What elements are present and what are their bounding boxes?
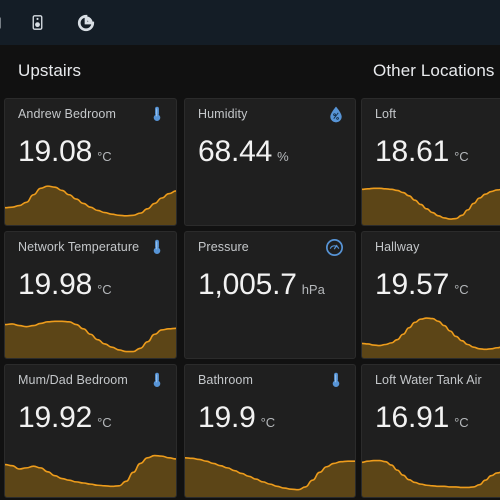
card-unit: °C [454,415,469,430]
stat-card-loft-water-tank-air[interactable]: Loft Water Tank Air 16.91 °C [361,364,500,498]
sparkline-chart [362,304,500,358]
stat-card-network-temperature[interactable]: Network Temperature 19.98 °C [4,231,177,359]
sparkline-chart [362,441,500,497]
card-value: 16.91 [375,401,450,434]
donut-chart-icon[interactable] [69,6,103,40]
card-value-row: 68.44% [198,137,289,167]
speaker-icon[interactable] [20,6,54,40]
sparkline-chart [185,441,355,497]
top-toolbar [0,0,500,45]
card-unit: °C [97,149,112,164]
card-value-row: 19.08 °C [18,137,112,167]
water-drop-icon [329,106,343,123]
sparkline-chart [362,171,500,225]
card-header: Bathroom [185,365,355,395]
sparkline-chart [5,171,176,225]
card-unit: % [277,149,289,164]
stat-card-mum-dad-bedroom[interactable]: Mum/Dad Bedroom 19.92 °C [4,364,177,498]
card-header: Mum/Dad Bedroom [5,365,176,395]
card-value: 1,005.7 [198,268,297,301]
card-unit: °C [97,415,112,430]
card-unit: °C [97,282,112,297]
card-title: Hallway [375,240,420,254]
card-value-row: 18.61 °C [375,137,469,167]
card-title: Andrew Bedroom [18,107,116,121]
stat-card-humidity[interactable]: Humidity 68.44% [184,98,356,226]
card-header: Loft Water Tank Air [362,365,500,395]
card-value: 19.9 [198,401,256,434]
panel-left-icon[interactable] [0,6,10,40]
stat-card-hallway[interactable]: Hallway 19.57 °C [361,231,500,359]
thermometer-icon [150,372,164,388]
section-headers: Upstairs Other Locations [0,45,500,98]
card-value: 68.44 [198,135,273,168]
card-title: Mum/Dad Bedroom [18,373,128,387]
card-title: Network Temperature [18,240,140,254]
card-header: Network Temperature [5,232,176,262]
stat-card-andrew-bedroom[interactable]: Andrew Bedroom 19.08 °C [4,98,177,226]
card-value-row: 1,005.7 hPa [198,270,325,300]
card-title: Loft Water Tank Air [375,373,482,387]
card-value-row: 16.91 °C [375,403,469,433]
thermometer-icon [150,239,164,255]
thermometer-icon [150,106,164,122]
card-value-row: 19.98 °C [18,270,112,300]
card-value-row: 19.9 °C [198,403,275,433]
sparkline-chart [5,304,176,358]
card-header: Humidity [185,99,355,129]
card-header: Hallway [362,232,500,262]
card-title: Bathroom [198,373,253,387]
card-value: 19.08 [18,135,93,168]
stat-card-grid: Andrew Bedroom 19.08 °C Humidity 68.44% Loft 1… [0,98,500,500]
section-title-other-locations: Other Locations [373,61,495,80]
gauge-icon [326,238,343,256]
card-value: 19.57 [375,268,450,301]
card-title: Loft [375,107,397,121]
card-header: Loft [362,99,500,129]
thermometer-icon [329,372,343,388]
card-unit: °C [260,415,276,430]
card-unit: °C [454,149,469,164]
section-title-upstairs: Upstairs [18,61,82,80]
card-header: Andrew Bedroom [5,99,176,129]
card-value: 19.92 [18,401,93,434]
card-value-row: 19.92 °C [18,403,112,433]
dashboard-root: Upstairs Other Locations Andrew Bedroom 1… [0,0,500,500]
stat-card-bathroom[interactable]: Bathroom 19.9 °C [184,364,356,498]
card-unit: °C [454,282,469,297]
sparkline-chart [5,441,176,497]
stat-card-loft[interactable]: Loft 18.61 °C [361,98,500,226]
card-title: Humidity [198,107,248,121]
stat-card-pressure[interactable]: Pressure 1,005.7 hPa [184,231,356,359]
card-value: 19.98 [18,268,93,301]
card-title: Pressure [198,240,249,254]
card-unit: hPa [301,282,325,297]
card-value-row: 19.57 °C [375,270,469,300]
card-value: 18.61 [375,135,450,168]
card-header: Pressure [185,232,355,262]
